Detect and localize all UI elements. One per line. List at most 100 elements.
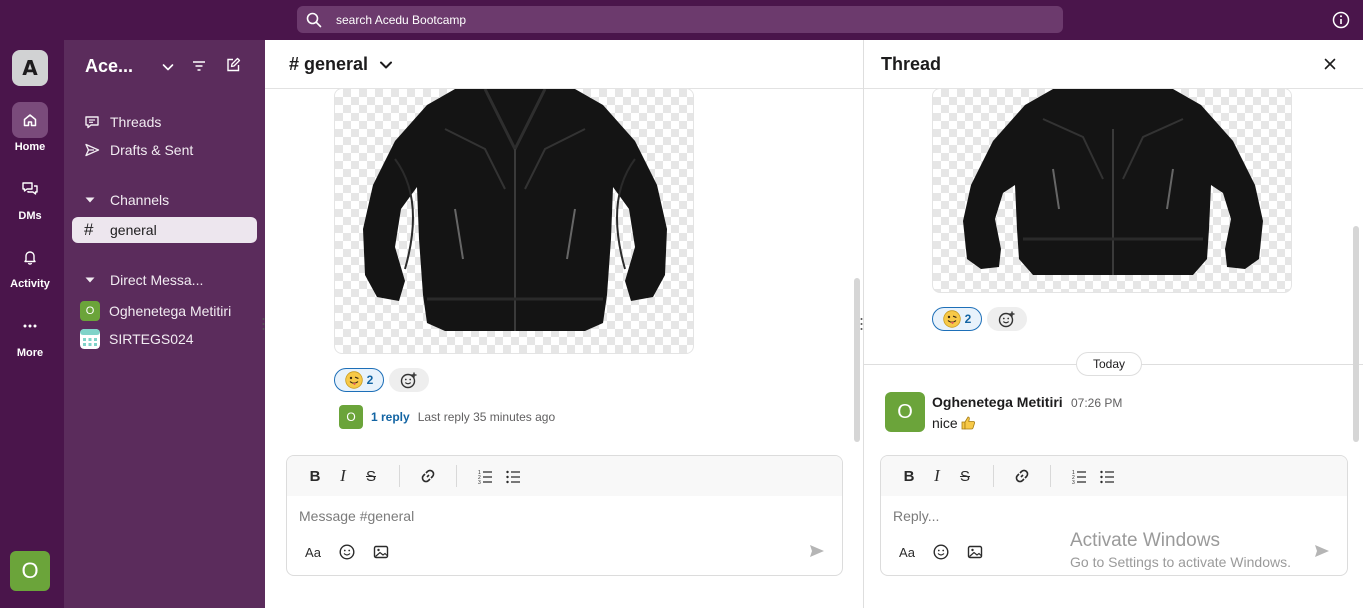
sidebar-item-label: Oghenetega Metitiri <box>109 303 232 319</box>
rail-home[interactable]: Home <box>0 102 60 153</box>
channel-title-button[interactable]: # general <box>289 54 394 75</box>
filter-icon[interactable] <box>191 58 207 74</box>
thread-header: Thread <box>864 40 1363 89</box>
bullet-list-icon[interactable] <box>1093 462 1121 490</box>
toolbar-divider <box>399 465 400 487</box>
rail-more[interactable]: More <box>0 308 60 359</box>
message-body: nice <box>932 415 976 431</box>
workspace-name[interactable]: Ace... <box>85 56 133 77</box>
reaction-pill[interactable]: 2 <box>932 307 982 331</box>
reaction-count: 2 <box>964 312 972 326</box>
italic-icon[interactable]: I <box>329 462 357 490</box>
search-icon <box>306 12 322 27</box>
strikethrough-icon[interactable]: S <box>951 462 979 490</box>
chevron-down-icon[interactable] <box>160 59 176 75</box>
reaction-pill[interactable]: 2 <box>334 368 384 392</box>
dm-section-header[interactable]: Direct Messa... <box>72 267 257 293</box>
sidebar-dm-sirtegs[interactable]: SIRTEGS024 <box>80 326 257 352</box>
italic-icon[interactable]: I <box>923 462 951 490</box>
add-reaction-button[interactable] <box>389 368 429 392</box>
channel-pane: # general 2 O 1 reply Last reply 35 minu… <box>265 40 863 608</box>
sidebar-dm-oghenetega[interactable]: O Oghenetega Metitiri <box>80 298 257 324</box>
sidebar-item-general[interactable]: # general <box>72 217 257 243</box>
jacket-image <box>963 89 1263 275</box>
toolbar-divider <box>1050 465 1051 487</box>
sidebar: Ace... Threads Drafts & Sent Channels # … <box>64 40 265 608</box>
message-timestamp[interactable]: 07:26 PM <box>1071 396 1122 410</box>
reply-count-link[interactable]: 1 reply <box>371 410 410 424</box>
image-icon[interactable] <box>367 538 395 566</box>
bold-icon[interactable]: B <box>301 462 329 490</box>
svg-text:3: 3 <box>478 480 481 484</box>
search-bar[interactable]: search Acedu Bootcamp <box>297 6 1063 33</box>
channels-section-header[interactable]: Channels <box>72 187 257 213</box>
rail-activity[interactable]: Activity <box>0 239 60 290</box>
text-format-icon[interactable]: Aa <box>893 538 921 566</box>
compose-icon[interactable] <box>225 57 241 73</box>
workspace-avatar[interactable]: A <box>12 50 48 86</box>
reply-time: Last reply 35 minutes ago <box>417 410 556 424</box>
search-placeholder: search Acedu Bootcamp <box>336 12 467 27</box>
caret-down-icon <box>85 277 95 283</box>
jacket-image <box>363 89 667 331</box>
format-toolbar: B I S 123 <box>881 456 1347 496</box>
message-text: nice <box>932 415 958 431</box>
sidebar-item-drafts[interactable]: Drafts & Sent <box>72 137 257 163</box>
channel-scrollbar[interactable] <box>854 278 860 442</box>
bold-icon[interactable]: B <box>895 462 923 490</box>
strikethrough-icon[interactable]: S <box>357 462 385 490</box>
svg-text:3: 3 <box>1072 480 1075 484</box>
link-icon[interactable] <box>414 462 442 490</box>
avatar: O <box>339 405 363 429</box>
hash-icon: # <box>84 220 94 239</box>
tongue-emoji-icon <box>942 310 961 328</box>
send-icon[interactable] <box>808 542 826 560</box>
thread-title: Thread <box>881 54 942 74</box>
emoji-icon[interactable] <box>333 538 361 566</box>
bullet-list-icon[interactable] <box>499 462 527 490</box>
message-composer[interactable]: B I S 123 Message #general Aa <box>286 455 843 576</box>
chevron-down-icon <box>380 61 393 68</box>
reply-composer[interactable]: B I S 123 Reply... Aa <box>880 455 1348 576</box>
avatar: O <box>80 301 100 321</box>
dm-header-label: Direct Messa... <box>110 272 204 288</box>
more-icon <box>23 324 37 328</box>
channel-header: # general <box>265 40 863 89</box>
tongue-emoji-icon <box>344 371 363 389</box>
threads-icon <box>85 116 99 129</box>
text-format-icon[interactable]: Aa <box>299 538 327 566</box>
rail-dms[interactable]: DMs <box>0 171 60 222</box>
sidebar-item-threads[interactable]: Threads <box>72 109 257 135</box>
avatar[interactable]: O <box>885 392 925 432</box>
thread-reply-summary[interactable]: O 1 reply Last reply 35 minutes ago <box>339 405 555 429</box>
message-author[interactable]: Oghenetega Metitiri <box>932 394 1063 410</box>
toolbar-divider <box>456 465 457 487</box>
sidebar-item-label: general <box>110 222 157 238</box>
close-icon[interactable] <box>1322 56 1338 72</box>
sidebar-item-label: Threads <box>110 114 162 130</box>
user-avatar[interactable]: O <box>10 551 50 591</box>
thread-scrollbar[interactable] <box>1353 226 1359 442</box>
avatar <box>80 329 100 349</box>
attachment-image[interactable] <box>932 88 1292 293</box>
attachment-image[interactable] <box>334 88 694 354</box>
image-icon[interactable] <box>961 538 989 566</box>
info-icon[interactable] <box>1332 11 1350 29</box>
ordered-list-icon[interactable]: 123 <box>1065 462 1093 490</box>
message-input[interactable]: Message #general <box>299 508 414 524</box>
ordered-list-icon[interactable]: 123 <box>471 462 499 490</box>
link-icon[interactable] <box>1008 462 1036 490</box>
workspace-rail: A Home DMs Activity More O <box>0 40 64 608</box>
reply-input[interactable]: Reply... <box>893 508 939 524</box>
emoji-icon[interactable] <box>927 538 955 566</box>
top-bar: search Acedu Bootcamp <box>0 0 1363 40</box>
reaction-count: 2 <box>366 373 374 387</box>
thread-pane: Thread 2 Today O Oghenetega Metitiri 07:… <box>863 40 1363 608</box>
send-icon[interactable] <box>1313 542 1331 560</box>
composer-actions: Aa <box>299 538 395 566</box>
add-reaction-button[interactable] <box>987 307 1027 331</box>
date-divider[interactable]: Today <box>1076 352 1142 376</box>
toolbar-divider <box>993 465 994 487</box>
send-icon <box>85 143 100 157</box>
thumbs-up-emoji-icon <box>961 416 975 430</box>
